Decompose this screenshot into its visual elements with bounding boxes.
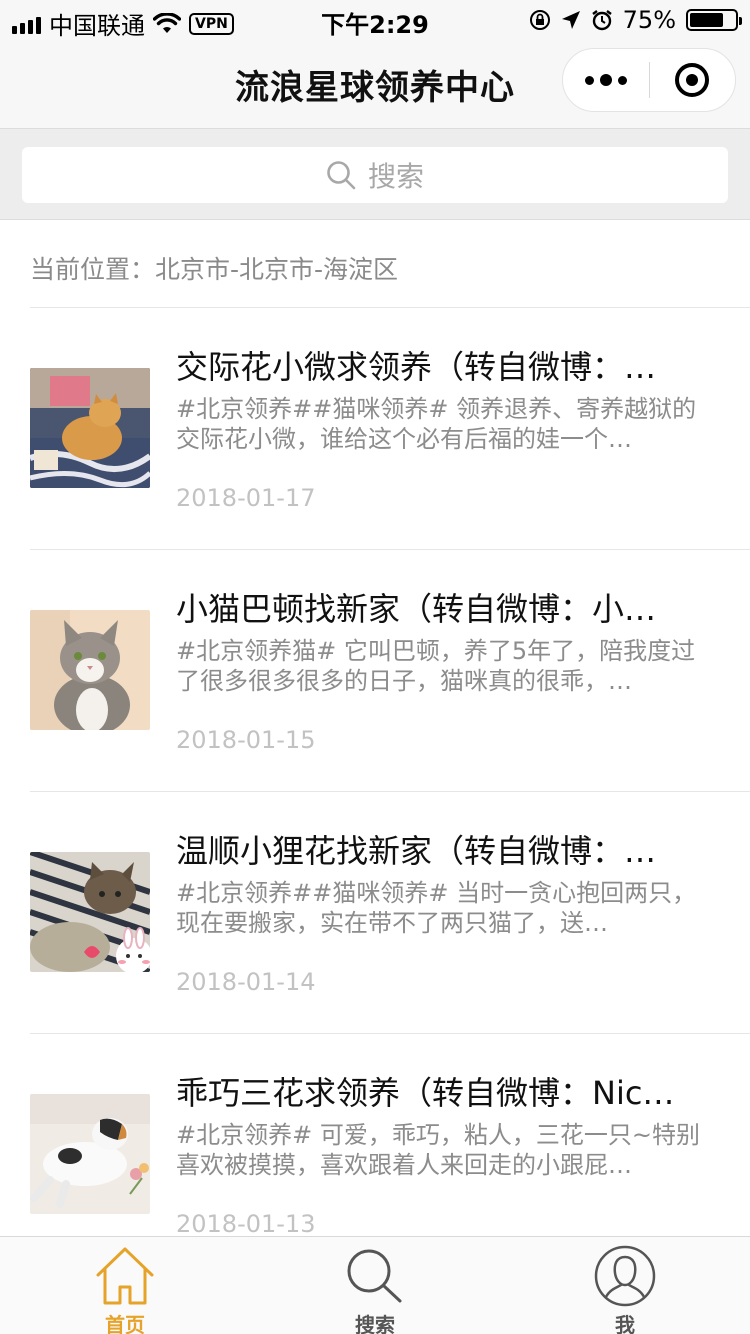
battery-percent: 75%: [622, 6, 676, 34]
search-input[interactable]: 搜索: [22, 147, 728, 203]
rotation-lock-icon: [529, 10, 550, 30]
post-date: 2018-01-14: [176, 968, 316, 996]
list-item[interactable]: 小猫巴顿找新家（转自微博：小… #北京领养猫# 它叫巴顿，养了5年了，陪我度过了…: [30, 550, 750, 792]
status-left: 中国联通 VPN: [12, 6, 234, 41]
post-date: 2018-01-15: [176, 726, 316, 754]
vpn-badge: VPN: [189, 12, 234, 35]
cat-photo: [30, 852, 150, 972]
signal-icon: [12, 14, 41, 34]
tab-search[interactable]: 搜索: [250, 1237, 500, 1334]
nav-bar: 流浪星球领养中心: [0, 40, 750, 128]
mini-program-capsule: [562, 48, 736, 112]
cat-photo: [30, 610, 150, 730]
post-title: 小猫巴顿找新家（转自微博：小…: [176, 590, 657, 628]
cat-photo: [30, 368, 150, 488]
wifi-icon: [153, 12, 181, 33]
current-location: 当前位置：北京市-北京市-海淀区: [30, 255, 399, 284]
search-icon: [327, 161, 356, 190]
post-desc: #北京领养##猫咪领养# 当时一贪心抱回两只，现在要搬家，实在带不了两只猫了，送…: [176, 879, 697, 937]
post-list: 交际花小微求领养（转自微博：… #北京领养##猫咪领养# 领养退养、寄养越狱的交…: [0, 308, 750, 1276]
search-bar: 搜索: [0, 128, 750, 220]
tab-bar: 首页 搜索 我: [0, 1236, 750, 1334]
tab-label: 我: [615, 1313, 635, 1334]
post-desc: #北京领养猫# 它叫巴顿，养了5年了，陪我度过了很多很多很多的日子，猫咪真的很乖…: [176, 637, 696, 695]
search-placeholder: 搜索: [367, 160, 424, 193]
tab-me[interactable]: 我: [500, 1237, 750, 1334]
post-date: 2018-01-17: [176, 484, 316, 512]
post-title: 温顺小狸花找新家（转自微博：…: [176, 832, 657, 870]
list-item[interactable]: 温顺小狸花找新家（转自微博：… #北京领养##猫咪领养# 当时一贪心抱回两只，现…: [30, 792, 750, 1034]
tab-label: 搜索: [355, 1313, 395, 1334]
carrier-label: 中国联通: [49, 12, 145, 40]
close-miniprogram-button[interactable]: [650, 48, 736, 112]
status-bar: 中国联通 VPN 下午2:29 75%: [0, 0, 750, 40]
target-circle-icon: [675, 63, 710, 97]
more-dots-icon[interactable]: [563, 48, 649, 112]
post-date: 2018-01-13: [176, 1210, 316, 1238]
list-item[interactable]: 交际花小微求领养（转自微博：… #北京领养##猫咪领养# 领养退养、寄养越狱的交…: [30, 308, 750, 550]
cat-photo: [30, 1094, 150, 1214]
post-title: 乖巧三花求领养（转自微博：Nic…: [176, 1074, 675, 1112]
tab-home[interactable]: 首页: [0, 1237, 250, 1334]
home-icon: [96, 1247, 154, 1305]
search-icon: [347, 1249, 402, 1303]
user-icon: [594, 1245, 656, 1307]
post-desc: #北京领养# 可爱，乖巧，粘人，三花一只~特别喜欢被摸摸，喜欢跟着人来回走的小跟…: [176, 1121, 700, 1179]
tab-label: 首页: [105, 1313, 145, 1334]
battery-icon: [686, 9, 742, 31]
screen: 中国联通 VPN 下午2:29 75% 流浪星球领养中心 搜索 当前位置：北京市…: [0, 0, 750, 1334]
alarm-icon: [591, 10, 612, 31]
status-right: 75%: [529, 6, 742, 34]
location-arrow-icon: [561, 11, 580, 29]
post-title: 交际花小微求领养（转自微博：…: [176, 348, 657, 386]
post-desc: #北京领养##猫咪领养# 领养退养、寄养越狱的交际花小微，谁给这个必有后福的娃一…: [176, 395, 697, 453]
